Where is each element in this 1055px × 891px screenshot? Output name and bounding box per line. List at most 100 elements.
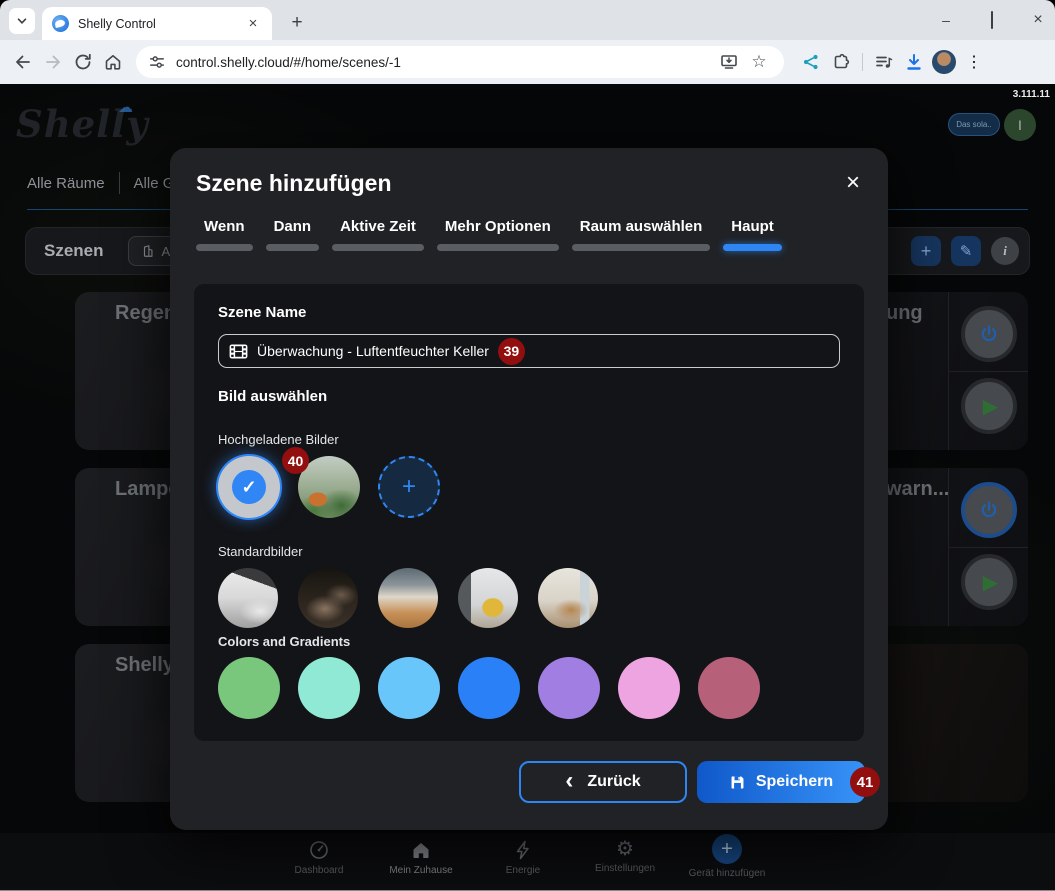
annotation-badge-41: 41 (850, 767, 880, 797)
standard-image-living-room[interactable] (538, 568, 598, 628)
nav-energie[interactable]: Energie (472, 839, 574, 879)
avatar (932, 50, 956, 74)
standard-image-armchair[interactable] (458, 568, 518, 628)
browser-tab-shelly-control[interactable]: Shelly Control × (42, 7, 272, 40)
scenes-title: Szenen (44, 241, 104, 261)
info-button[interactable]: i (991, 237, 1019, 265)
color-swatch-skyblue[interactable] (378, 657, 440, 719)
gauge-icon (308, 839, 330, 861)
room-tabs: Alle Räume Alle G (27, 172, 174, 194)
power-icon (978, 323, 1000, 345)
tab-wenn[interactable]: Wenn (196, 218, 253, 251)
reload-button[interactable] (68, 47, 98, 77)
nav-einstellungen[interactable]: ⚙ Einstellungen (574, 839, 676, 879)
play-icon: ▶ (983, 394, 998, 419)
install-app-icon[interactable] (714, 47, 744, 77)
tab-title: Shelly Control (78, 17, 244, 31)
color-swatch-green[interactable] (218, 657, 280, 719)
modal-tabs: Wenn Dann Aktive Zeit Mehr Optionen Raum… (196, 218, 782, 251)
upload-image-button[interactable]: + (378, 456, 440, 518)
color-swatch-mint[interactable] (298, 657, 360, 719)
new-tab-button[interactable]: + (284, 10, 310, 36)
maximize-button[interactable] (983, 12, 1001, 28)
scene-play-button[interactable]: ▶ (961, 378, 1017, 434)
close-window-button[interactable]: × (1029, 11, 1047, 29)
back-button[interactable] (8, 47, 38, 77)
gear-icon: ⚙ (616, 839, 634, 859)
minimize-button[interactable]: – (937, 12, 955, 28)
save-button-label: Speichern (756, 773, 833, 791)
nav-label: Einstellungen (595, 863, 655, 874)
standard-images-row (218, 568, 598, 628)
forward-button[interactable] (38, 47, 68, 77)
scene-play-button[interactable]: ▶ (961, 554, 1017, 610)
scene-name-input[interactable]: Überwachung - Luftentfeuchter Keller 39 (218, 334, 840, 368)
colors-row (218, 657, 760, 719)
user-avatar[interactable]: I (1004, 109, 1036, 141)
scene-film-icon (229, 344, 248, 359)
tab-haupt[interactable]: Haupt (723, 218, 782, 251)
chevron-left-icon: ‹ (565, 772, 573, 790)
home-button[interactable] (98, 47, 128, 77)
tab-close-icon[interactable]: × (244, 15, 262, 33)
tab-mehr-optionen[interactable]: Mehr Optionen (437, 218, 559, 251)
user-pill-badge[interactable]: Das sola.. (948, 113, 1000, 136)
profile-avatar[interactable] (929, 47, 959, 77)
browser-window: Shelly Control × + – × control.shelly.cl… (0, 0, 1055, 891)
browser-toolbar: control.shelly.cloud/#/home/scenes/-1 ☆ … (0, 40, 1055, 84)
scene-card-title-fragment: warn... (886, 478, 949, 501)
url-text[interactable]: control.shelly.cloud/#/home/scenes/-1 (176, 55, 714, 70)
uploaded-images-label: Hochgeladene Bilder (218, 432, 339, 447)
tab-search-button[interactable] (9, 8, 35, 34)
nav-label: Gerät hinzufügen (689, 868, 766, 879)
scene-name-value[interactable]: Überwachung - Luftentfeuchter Keller (257, 343, 489, 359)
modal-close-icon[interactable]: × (846, 172, 860, 194)
color-swatch-rose[interactable] (698, 657, 760, 719)
uploaded-image-selected[interactable]: ✓ 40 (218, 456, 280, 518)
nav-dashboard[interactable]: Dashboard (268, 839, 370, 879)
media-controls-icon[interactable] (869, 47, 899, 77)
scene-power-button-active[interactable] (961, 482, 1017, 538)
power-icon (978, 499, 1000, 521)
standard-images-label: Standardbilder (218, 544, 303, 559)
add-scene-button[interactable]: + (911, 236, 941, 266)
download-icon[interactable] (899, 47, 929, 77)
modal-content-panel: Szene Name Überwachung - Luftentfeuchter… (194, 284, 864, 741)
bookmark-star-icon[interactable]: ☆ (744, 47, 774, 77)
standard-image-kitchen[interactable] (378, 568, 438, 628)
standard-image-bedroom-dark[interactable] (298, 568, 358, 628)
standard-image-bedroom-light[interactable] (218, 568, 278, 628)
color-swatch-purple[interactable] (538, 657, 600, 719)
tab-alle-raeume[interactable]: Alle Räume (27, 175, 105, 192)
site-settings-icon[interactable] (148, 53, 166, 71)
shelly-favicon-icon (52, 15, 69, 32)
scene-name-label: Szene Name (218, 304, 306, 321)
tab-raum-auswaehlen[interactable]: Raum auswählen (572, 218, 711, 251)
chevron-down-icon (16, 15, 28, 27)
nav-mein-zuhause[interactable]: Mein Zuhause (370, 839, 472, 879)
plus-icon: + (402, 473, 416, 501)
card-button-divider (948, 371, 1028, 372)
scene-actions: + ✎ i (911, 236, 1019, 266)
browser-menu-icon[interactable]: ⋮ (959, 47, 989, 77)
home-icon (410, 839, 432, 861)
nav-geraet-hinzufuegen[interactable]: + Gerät hinzufügen (676, 839, 778, 879)
window-controls: – × (937, 0, 1047, 40)
color-swatch-pink[interactable] (618, 657, 680, 719)
check-icon: ✓ (232, 470, 266, 504)
tab-aktive-zeit[interactable]: Aktive Zeit (332, 218, 424, 251)
scene-power-button[interactable] (961, 306, 1017, 362)
save-button[interactable]: Speichern (697, 761, 865, 803)
edit-scenes-button[interactable]: ✎ (951, 236, 981, 266)
share-icon[interactable] (796, 47, 826, 77)
room-tab-divider (119, 172, 120, 194)
nav-label: Mein Zuhause (389, 865, 452, 876)
extensions-icon[interactable] (826, 47, 856, 77)
tab-alle-g[interactable]: Alle G (134, 175, 175, 192)
color-swatch-blue[interactable] (458, 657, 520, 719)
bottom-nav: Dashboard Mein Zuhause Energie ⚙ Einstel… (0, 833, 1055, 891)
tab-dann[interactable]: Dann (266, 218, 320, 251)
maximize-icon (991, 11, 993, 29)
url-bar[interactable]: control.shelly.cloud/#/home/scenes/-1 ☆ (136, 46, 784, 78)
back-button-modal[interactable]: ‹ Zurück (519, 761, 687, 803)
